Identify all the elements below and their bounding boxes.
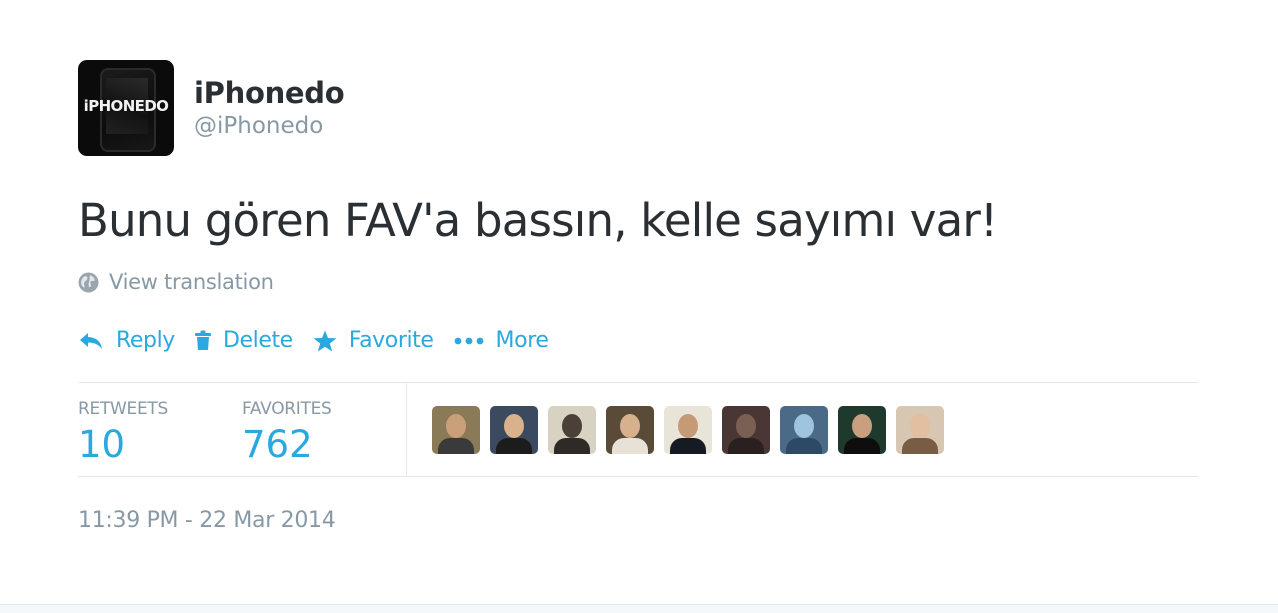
favorite-button[interactable]: Favorite bbox=[313, 328, 434, 353]
tweet-header: iPHONEDO iPhonedo @iPhonedo bbox=[78, 60, 1198, 156]
tweet-timestamp[interactable]: 11:39 PM - 22 Mar 2014 bbox=[78, 508, 336, 533]
favoriter-avatar-head bbox=[562, 414, 582, 438]
delete-button[interactable]: Delete bbox=[194, 328, 293, 353]
retweets-stat[interactable]: RETWEETS 10 bbox=[78, 383, 242, 477]
favoriter-avatar-body bbox=[844, 438, 880, 454]
favoriter-avatar-head bbox=[910, 414, 930, 438]
avatar-logo-text: iPHONEDO bbox=[83, 97, 169, 115]
favoriter-avatar-head bbox=[678, 414, 698, 438]
retweets-count: 10 bbox=[78, 423, 126, 466]
more-dots-icon bbox=[454, 337, 483, 344]
favoriter-avatar-head bbox=[736, 414, 756, 438]
favoriter-avatar[interactable] bbox=[722, 406, 770, 454]
more-label: More bbox=[495, 328, 549, 353]
user-names: iPhonedo @iPhonedo bbox=[194, 60, 345, 141]
tweet-card: iPHONEDO iPhonedo @iPhonedo Bunu gören F… bbox=[78, 60, 1198, 533]
avatar[interactable]: iPHONEDO bbox=[78, 60, 174, 156]
globe-icon bbox=[78, 272, 99, 292]
favoriter-avatar[interactable] bbox=[780, 406, 828, 454]
favoriter-avatar-body bbox=[612, 438, 648, 454]
favoriter-avatar-body bbox=[902, 438, 938, 454]
user-handle[interactable]: @iPhonedo bbox=[194, 111, 344, 141]
favorites-count: 762 bbox=[242, 423, 313, 466]
favoriter-avatar[interactable] bbox=[606, 406, 654, 454]
favorites-stat[interactable]: FAVORITES 762 bbox=[242, 383, 406, 477]
favoriter-avatar[interactable] bbox=[838, 406, 886, 454]
favoriter-avatar-head bbox=[794, 414, 814, 438]
tweet-text: Bunu gören FAV'a bassın, kelle sayımı va… bbox=[78, 194, 998, 247]
favoriter-avatar-body bbox=[670, 438, 706, 454]
stats-separator bbox=[406, 383, 407, 476]
favorite-label: Favorite bbox=[348, 328, 434, 353]
view-translation-link[interactable]: View translation bbox=[78, 270, 274, 294]
more-button[interactable]: More bbox=[454, 328, 549, 353]
favoriter-avatar-body bbox=[554, 438, 590, 454]
favorites-label: FAVORITES bbox=[242, 399, 332, 419]
favoriter-avatar[interactable] bbox=[432, 406, 480, 454]
delete-label: Delete bbox=[222, 328, 293, 353]
favoriter-avatar-body bbox=[786, 438, 822, 454]
reply-label: Reply bbox=[116, 328, 175, 353]
favoriter-avatar-head bbox=[852, 414, 872, 438]
favoriter-avatar[interactable] bbox=[490, 406, 538, 454]
reply-button[interactable]: Reply bbox=[78, 328, 175, 353]
retweets-label: RETWEETS bbox=[78, 399, 169, 419]
star-icon bbox=[313, 330, 337, 351]
trash-icon bbox=[194, 330, 211, 350]
reply-icon bbox=[80, 332, 102, 349]
view-translation-label: View translation bbox=[109, 270, 274, 294]
favoriter-avatar-body bbox=[438, 438, 474, 454]
favoriter-avatar[interactable] bbox=[548, 406, 596, 454]
favoriter-avatar-body bbox=[728, 438, 764, 454]
divider-bottom bbox=[78, 476, 1198, 477]
favoriter-avatar-head bbox=[620, 414, 640, 438]
display-name[interactable]: iPhonedo bbox=[194, 75, 345, 111]
tweet-actions: Reply Delete Favorite More bbox=[78, 328, 569, 353]
favoriter-avatar-head bbox=[504, 414, 524, 438]
favoriter-avatar-body bbox=[496, 438, 532, 454]
favoriter-avatar[interactable] bbox=[664, 406, 712, 454]
favoriter-avatar-head bbox=[446, 414, 466, 438]
favoriter-avatar[interactable] bbox=[896, 406, 944, 454]
favoriters-avatars bbox=[432, 406, 954, 454]
